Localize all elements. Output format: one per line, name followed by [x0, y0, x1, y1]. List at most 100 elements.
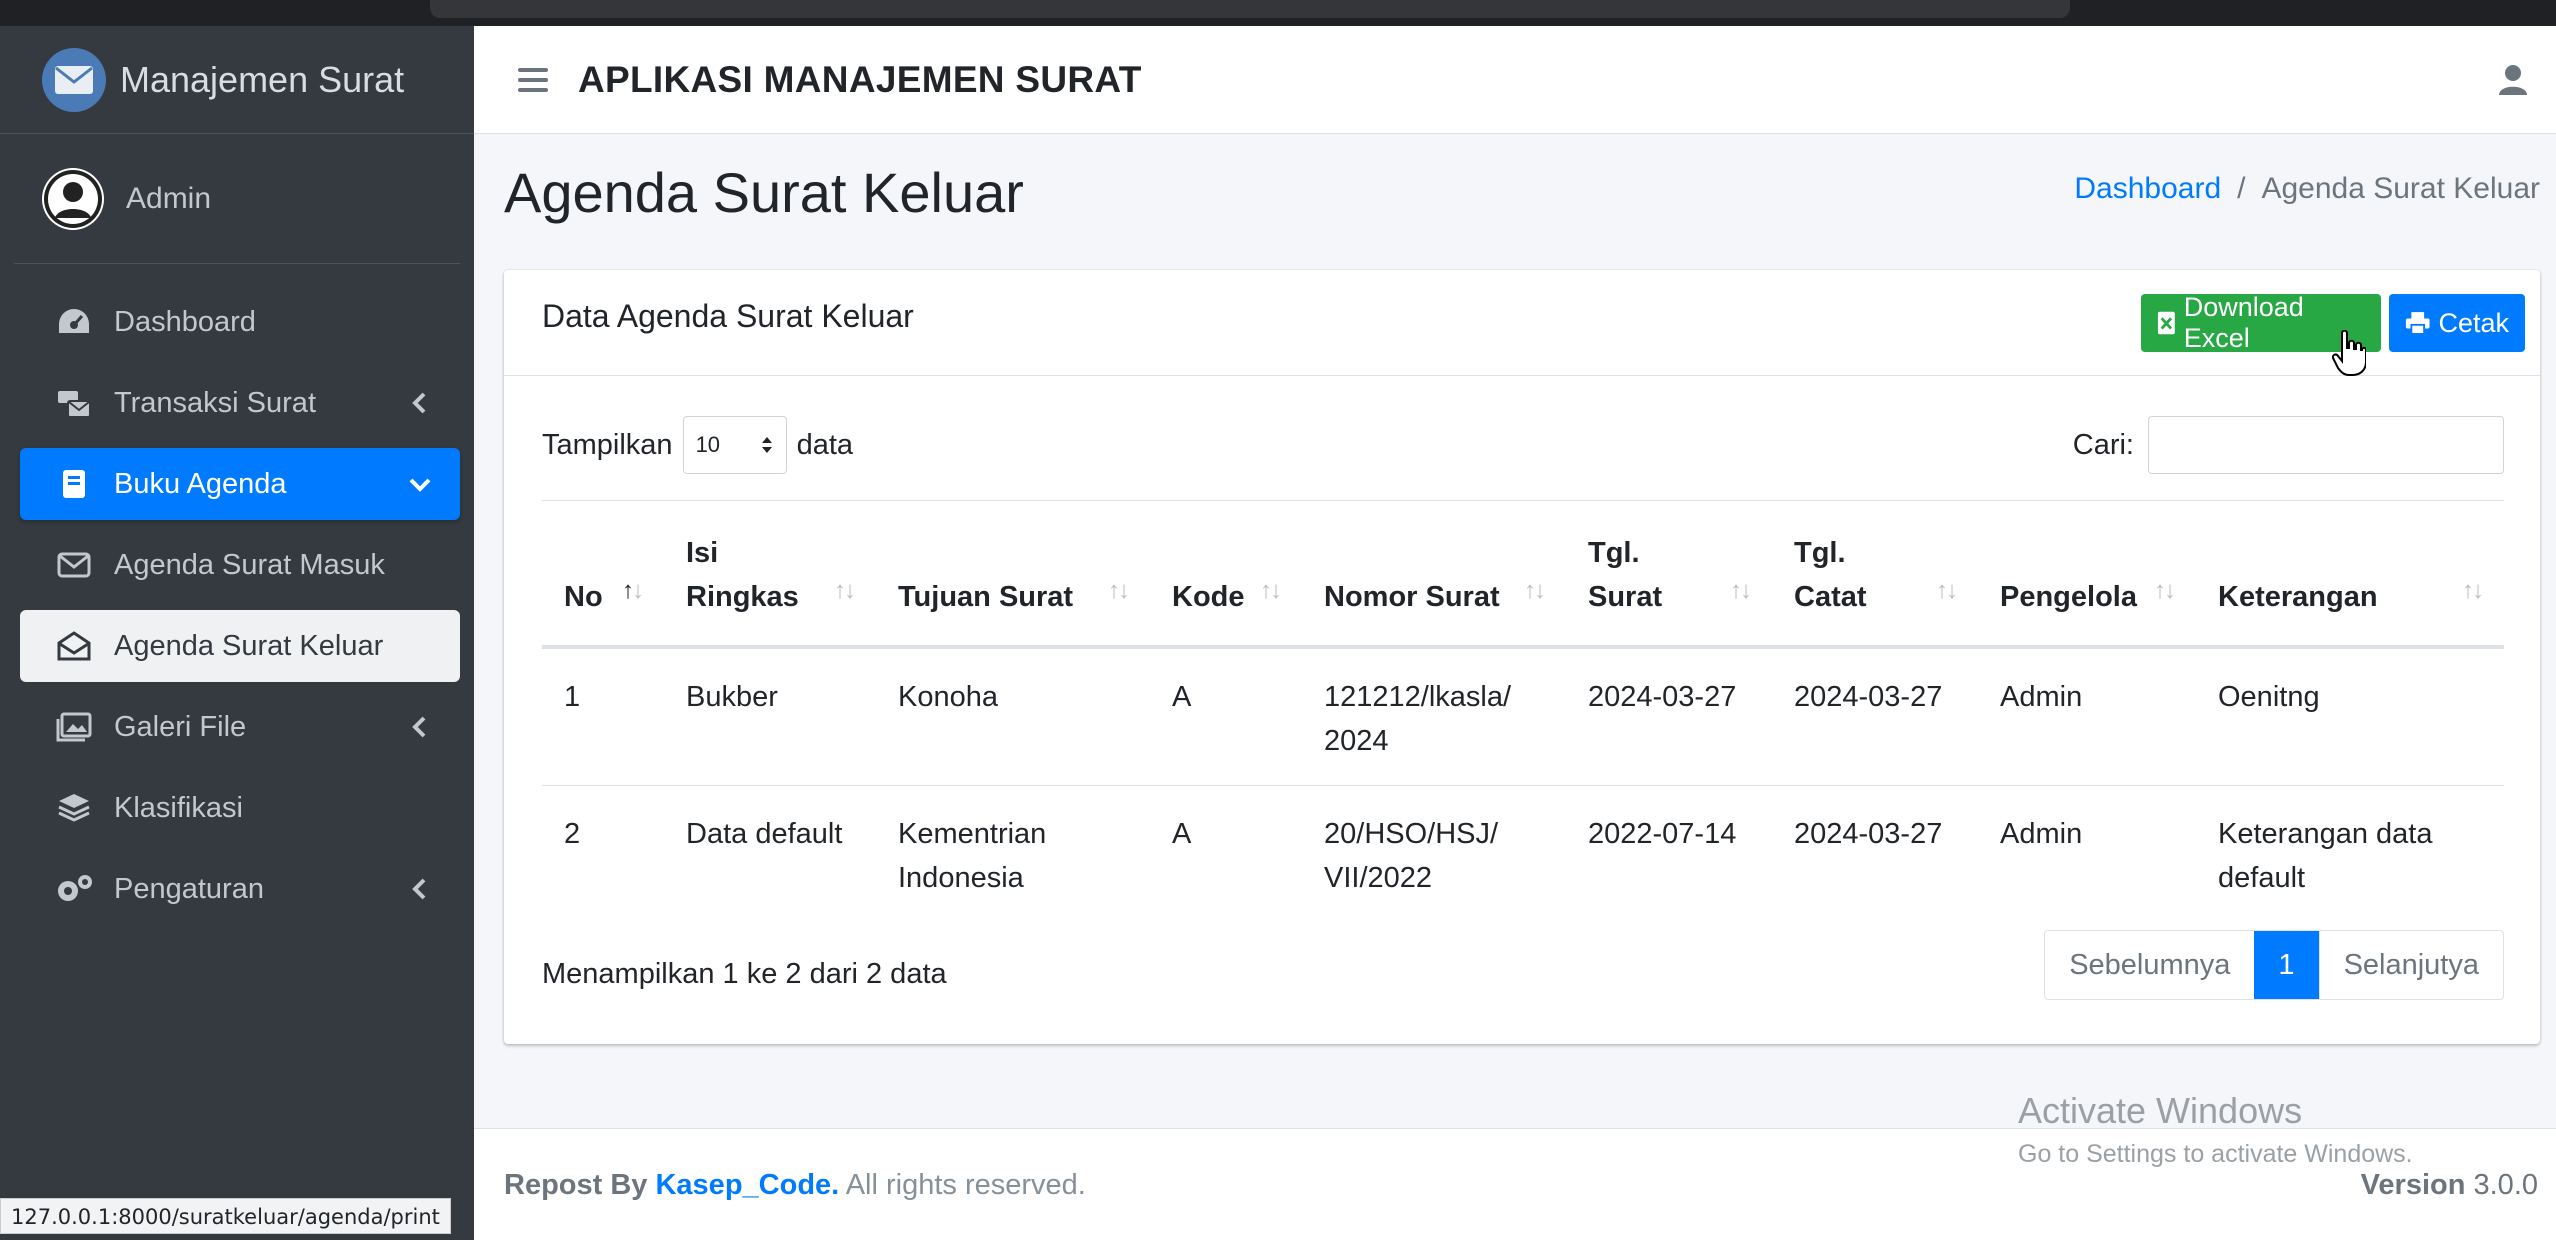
- cell-tgl-surat: 2022-07-14: [1588, 817, 1737, 850]
- cell-tgl-catat: 2024-03-27: [1772, 646, 1978, 786]
- sort-icon: ↑↓: [1936, 576, 1958, 604]
- breadcrumb-home-link[interactable]: Dashboard: [2074, 172, 2221, 206]
- sidebar-item-transaksi-surat[interactable]: Transaksi Surat: [20, 367, 460, 439]
- menu-toggle-icon[interactable]: [518, 67, 548, 92]
- sidebar-item-klasifikasi[interactable]: Klasifikasi: [20, 772, 460, 844]
- cell-isi-ringkas: Bukber: [664, 646, 876, 786]
- search-input[interactable]: [2148, 416, 2504, 474]
- cell-isi-ringkas: Data default: [686, 817, 843, 850]
- watermark-title: Activate Windows: [2018, 1090, 2303, 1131]
- chevron-left-icon: [412, 392, 426, 414]
- breadcrumb-current: Agenda Surat Keluar: [2261, 172, 2540, 205]
- page-length-control: Tampilkan 10 data: [542, 416, 853, 474]
- sidebar-item-pengaturan[interactable]: Pengaturan: [20, 853, 460, 925]
- cell-pengelola: Admin: [2000, 817, 2083, 850]
- cell-pengelola: Admin: [1978, 646, 2196, 786]
- chevron-down-icon: [409, 478, 431, 492]
- footer-version-label: Version: [2360, 1169, 2466, 1201]
- windows-activation-watermark: Activate Windows Go to Settings to activ…: [2018, 1090, 2413, 1169]
- column-header-keterangan[interactable]: Keterangan ↑↓: [2196, 500, 2504, 649]
- column-header-nomor-surat[interactable]: Nomor Surat ↑↓: [1302, 500, 1566, 649]
- user-icon[interactable]: [2498, 64, 2528, 96]
- print-label: Cetak: [2438, 307, 2509, 338]
- brand-logo-icon: [42, 47, 106, 112]
- browser-address-bar[interactable]: [430, 0, 2070, 18]
- page-title: Agenda Surat Keluar: [504, 161, 1024, 224]
- cell-tgl-catat: 2024-03-27: [1794, 817, 1943, 850]
- card-title: Data Agenda Surat Keluar: [542, 298, 914, 334]
- pagination-next-button[interactable]: Selanjutya: [2318, 931, 2503, 999]
- pagination-page-1[interactable]: 1: [2254, 931, 2319, 999]
- footer-rights: All rights reserved.: [845, 1169, 1086, 1201]
- sidebar: Manajemen Surat Admin Dashboard Transaks…: [0, 26, 474, 1240]
- sidebar-item-label: Pengaturan: [114, 872, 264, 905]
- browser-status-url: 127.0.0.1:8000/suratkeluar/agenda/print: [0, 1198, 451, 1234]
- sort-icon: ↑↓: [622, 576, 644, 604]
- cell-nomor-surat: 20/HSO/HSJ/VII/2022: [1324, 817, 1499, 894]
- column-header-pengelola[interactable]: Pengelola ↑↓: [1978, 500, 2196, 649]
- sort-icon: ↑↓: [1108, 576, 1130, 604]
- envelope-icon: [54, 545, 94, 585]
- sidebar-item-label: Agenda Surat Keluar: [114, 629, 384, 662]
- column-header-isi-ringkas[interactable]: Isi Ringkas ↑↓: [664, 500, 876, 649]
- tachometer-icon: [54, 302, 94, 342]
- sort-icon: ↑↓: [834, 576, 856, 604]
- sort-icon: ↑↓: [2154, 576, 2176, 604]
- book-icon: [54, 464, 94, 504]
- sidebar-nav: Dashboard Transaksi Surat Buku Agenda Ag…: [0, 264, 474, 925]
- pagination-prev-button[interactable]: Sebelumnya: [2045, 931, 2254, 999]
- card-header: Data Agenda Surat Keluar Download Excel …: [504, 270, 2540, 376]
- show-label: Tampilkan: [542, 428, 673, 461]
- user-panel[interactable]: Admin: [14, 134, 460, 264]
- sidebar-item-label: Buku Agenda: [114, 467, 287, 500]
- sidebar-item-label: Galeri File: [114, 710, 247, 743]
- print-icon: [2405, 312, 2430, 335]
- cell-no: 1: [542, 646, 664, 786]
- cell-no: 2: [564, 817, 581, 850]
- sidebar-item-dashboard[interactable]: Dashboard: [20, 286, 460, 358]
- footer-author-link[interactable]: Kasep_Code.: [655, 1169, 839, 1201]
- hand-pointer-icon: [2332, 330, 2366, 376]
- breadcrumb: Dashboard / Agenda Surat Keluar: [2074, 172, 2540, 206]
- column-header-no[interactable]: No ↑↓: [542, 500, 664, 649]
- cell-keterangan: Oenitng: [2196, 646, 2504, 786]
- sidebar-item-label: Agenda Surat Masuk: [114, 548, 385, 581]
- column-header-tgl-catat[interactable]: Tgl. Catat ↑↓: [1772, 500, 1978, 649]
- sidebar-item-agenda-surat-keluar[interactable]: Agenda Surat Keluar: [20, 610, 460, 682]
- sort-icon: ↑↓: [1260, 576, 1282, 604]
- chevron-left-icon: [412, 878, 426, 900]
- browser-chrome: [0, 0, 2556, 26]
- footer-repost-label: Repost By: [504, 1169, 648, 1201]
- cell-tujuan-surat: Konoha: [876, 646, 1150, 786]
- sort-icon: ↑↓: [2462, 576, 2484, 604]
- images-icon: [54, 707, 94, 747]
- envelope-open-icon: [54, 626, 94, 666]
- sidebar-item-label: Dashboard: [114, 305, 256, 338]
- sort-icon: ↑↓: [1730, 576, 1752, 604]
- page-length-value: 10: [695, 432, 721, 457]
- print-button[interactable]: Cetak: [2389, 294, 2525, 352]
- cell-nomor-surat: 121212/lkasla/2024: [1302, 646, 1566, 786]
- column-header-tujuan-surat[interactable]: Tujuan Surat ↑↓: [876, 500, 1150, 649]
- cell-kode: A: [1150, 646, 1302, 786]
- sidebar-item-label: Transaksi Surat: [114, 386, 316, 419]
- breadcrumb-separator: /: [2237, 172, 2246, 205]
- select-updown-icon: [761, 437, 772, 453]
- sidebar-item-buku-agenda[interactable]: Buku Agenda: [20, 448, 460, 520]
- cell-tujuan-surat: Kementrian Indonesia: [898, 817, 1047, 894]
- sidebar-item-agenda-surat-masuk[interactable]: Agenda Surat Masuk: [20, 529, 460, 601]
- table-row: 1 Bukber Konoha A 121212/lkasla/2024 202…: [542, 646, 2504, 786]
- brand-link[interactable]: Manajemen Surat: [0, 26, 474, 134]
- app-title: APLIKASI MANAJEMEN SURAT: [578, 58, 1142, 100]
- brand-text: Manajemen Surat: [120, 58, 405, 100]
- file-excel-icon: [2157, 311, 2175, 335]
- table-info: Menampilkan 1 ke 2 dari 2 data: [542, 958, 947, 990]
- page-length-select[interactable]: 10: [682, 416, 787, 474]
- sort-icon: ↑↓: [1524, 576, 1546, 604]
- column-header-kode[interactable]: Kode ↑↓: [1150, 500, 1302, 649]
- sidebar-item-galeri-file[interactable]: Galeri File: [20, 691, 460, 763]
- cell-tgl-surat: 2024-03-27: [1566, 646, 1772, 786]
- table-row: 2 Data default Kementrian Indonesia A 20/…: [542, 785, 2504, 922]
- pagination: Sebelumnya 1 Selanjutya: [2044, 930, 2504, 1000]
- column-header-tgl-surat[interactable]: Tgl. Surat ↑↓: [1566, 500, 1772, 649]
